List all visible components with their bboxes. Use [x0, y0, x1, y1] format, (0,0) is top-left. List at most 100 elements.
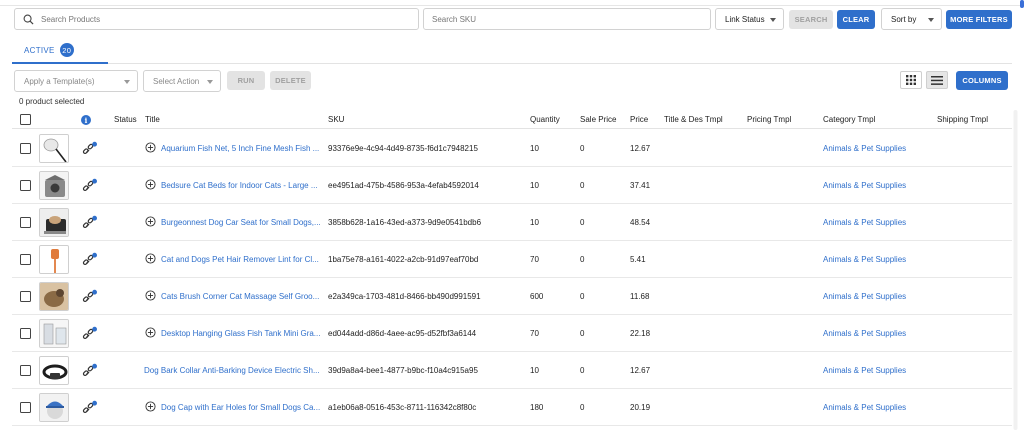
product-thumbnail[interactable] [39, 134, 69, 163]
link-status-select[interactable]: Link Status [715, 8, 784, 30]
product-category-link[interactable]: Animals & Pet Supplies [823, 255, 906, 264]
product-sku: 39d9a8a4-bee1-4877-b9bc-f10a4c915a95 [328, 366, 478, 375]
product-thumbnail[interactable] [39, 171, 69, 200]
link-status-icon[interactable] [82, 363, 98, 379]
row-checkbox[interactable] [20, 365, 31, 376]
product-sku: e2a349ca-1703-481d-8466-bb490d991591 [328, 292, 481, 301]
search-button[interactable]: SEARCH [789, 10, 833, 29]
link-status-icon[interactable] [82, 141, 98, 157]
row-checkbox[interactable] [20, 180, 31, 191]
link-status-label: Link Status [725, 14, 765, 24]
expand-variants-icon[interactable] [145, 327, 156, 338]
table-row[interactable]: Cats Brush Corner Cat Massage Self Groo.… [12, 278, 1012, 315]
link-status-icon[interactable] [82, 400, 98, 416]
product-title-link[interactable]: Desktop Hanging Glass Fish Tank Mini Gra… [161, 329, 320, 338]
product-price: 11.68 [630, 292, 650, 301]
select-action-select[interactable]: Select Action [143, 70, 221, 92]
tab-active[interactable]: ACTIVE 20 [24, 42, 74, 58]
product-sku: a1eb06a8-0516-453c-8711-116342c8f80c [328, 403, 477, 412]
search-products-input[interactable]: Search Products [14, 8, 419, 30]
link-status-icon[interactable] [82, 326, 98, 342]
chevron-down-icon [124, 80, 130, 84]
product-category-link[interactable]: Animals & Pet Supplies [823, 329, 906, 338]
link-status-icon[interactable] [82, 178, 98, 194]
header-pricing-tmpl[interactable]: Pricing Tmpl [747, 115, 791, 124]
product-thumbnail[interactable] [39, 282, 69, 311]
product-quantity: 600 [530, 292, 544, 301]
tab-active-label: ACTIVE [24, 45, 55, 55]
expand-variants-icon[interactable] [145, 401, 156, 412]
link-status-icon[interactable] [82, 215, 98, 231]
product-thumbnail[interactable] [39, 245, 69, 274]
grid-icon [906, 75, 916, 85]
product-category-link[interactable]: Animals & Pet Supplies [823, 292, 906, 301]
product-title-link[interactable]: Dog Bark Collar Anti-Barking Device Elec… [144, 366, 320, 375]
header-quantity[interactable]: Quantity [530, 115, 560, 124]
tab-active-count-badge: 20 [59, 43, 74, 57]
info-icon[interactable]: i [81, 115, 91, 125]
header-sale-price[interactable]: Sale Price [580, 115, 616, 124]
search-sku-input[interactable]: Search SKU [423, 8, 711, 30]
product-category-link[interactable]: Animals & Pet Supplies [823, 144, 906, 153]
row-checkbox[interactable] [20, 217, 31, 228]
product-category-link[interactable]: Animals & Pet Supplies [823, 218, 906, 227]
clear-button[interactable]: CLEAR [837, 10, 875, 29]
table-row[interactable]: Dog Bark Collar Anti-Barking Device Elec… [12, 352, 1012, 389]
table-row[interactable]: Bedsure Cat Beds for Indoor Cats - Large… [12, 167, 1012, 204]
header-title[interactable]: Title [145, 115, 160, 124]
expand-variants-icon[interactable] [145, 216, 156, 227]
product-title-link[interactable]: Bedsure Cat Beds for Indoor Cats - Large… [161, 181, 318, 190]
select-all-checkbox[interactable] [20, 114, 31, 125]
header-price[interactable]: Price [630, 115, 648, 124]
table-row[interactable]: Burgeonnest Dog Car Seat for Small Dogs,… [12, 204, 1012, 241]
row-checkbox[interactable] [20, 291, 31, 302]
table-header: i Status Title SKU Quantity Sale Price P… [12, 111, 1012, 129]
chevron-down-icon [770, 18, 776, 22]
product-title-link[interactable]: Cats Brush Corner Cat Massage Self Groo.… [161, 292, 319, 301]
run-button[interactable]: RUN [227, 71, 265, 90]
product-thumbnail[interactable] [39, 393, 69, 422]
apply-template-placeholder: Apply a Template(s) [24, 76, 95, 86]
expand-variants-icon[interactable] [145, 253, 156, 264]
row-checkbox[interactable] [20, 328, 31, 339]
product-title-link[interactable]: Dog Cap with Ear Holes for Small Dogs Ca… [161, 403, 320, 412]
header-status[interactable]: Status [114, 115, 137, 124]
product-category-link[interactable]: Animals & Pet Supplies [823, 181, 906, 190]
columns-button[interactable]: COLUMNS [956, 71, 1008, 90]
delete-button[interactable]: DELETE [270, 71, 311, 90]
product-thumbnail[interactable] [39, 356, 69, 385]
product-title-link[interactable]: Burgeonnest Dog Car Seat for Small Dogs,… [161, 218, 321, 227]
selected-count-text: 0 product selected [19, 97, 85, 106]
link-status-icon[interactable] [82, 252, 98, 268]
more-filters-button[interactable]: MORE FILTERS [946, 10, 1012, 29]
table-row[interactable]: Desktop Hanging Glass Fish Tank Mini Gra… [12, 315, 1012, 352]
expand-variants-icon[interactable] [145, 142, 156, 153]
product-sku: 1ba75e78-a161-4022-a2cb-91d97eaf70bd [328, 255, 479, 264]
link-status-icon[interactable] [82, 289, 98, 305]
row-checkbox[interactable] [20, 143, 31, 154]
header-category-tmpl[interactable]: Category Tmpl [823, 115, 875, 124]
header-sku[interactable]: SKU [328, 115, 344, 124]
grid-view-button[interactable] [900, 71, 922, 89]
product-thumbnail[interactable] [39, 319, 69, 348]
product-title-link[interactable]: Cat and Dogs Pet Hair Remover Lint for C… [161, 255, 319, 264]
expand-variants-icon[interactable] [145, 290, 156, 301]
product-category-link[interactable]: Animals & Pet Supplies [823, 366, 906, 375]
header-title-des-tmpl[interactable]: Title & Des Tmpl [664, 115, 723, 124]
search-sku-placeholder: Search SKU [432, 14, 477, 24]
row-checkbox[interactable] [20, 254, 31, 265]
product-sku: 3858b628-1a16-43ed-a373-9d9e0541bdb6 [328, 218, 482, 227]
list-view-button[interactable] [926, 71, 948, 89]
table-row[interactable]: Aquarium Fish Net, 5 Inch Fine Mesh Fish… [12, 130, 1012, 167]
product-title-link[interactable]: Aquarium Fish Net, 5 Inch Fine Mesh Fish… [161, 144, 319, 153]
row-checkbox[interactable] [20, 402, 31, 413]
product-thumbnail[interactable] [39, 208, 69, 237]
table-row[interactable]: Dog Cap with Ear Holes for Small Dogs Ca… [12, 389, 1012, 426]
expand-variants-icon[interactable] [145, 179, 156, 190]
header-shipping-tmpl[interactable]: Shipping Tmpl [937, 115, 988, 124]
table-scrollbar[interactable] [1013, 110, 1018, 430]
product-category-link[interactable]: Animals & Pet Supplies [823, 403, 906, 412]
table-row[interactable]: Cat and Dogs Pet Hair Remover Lint for C… [12, 241, 1012, 278]
sort-by-select[interactable]: Sort by [881, 8, 942, 30]
apply-template-select[interactable]: Apply a Template(s) [14, 70, 138, 92]
